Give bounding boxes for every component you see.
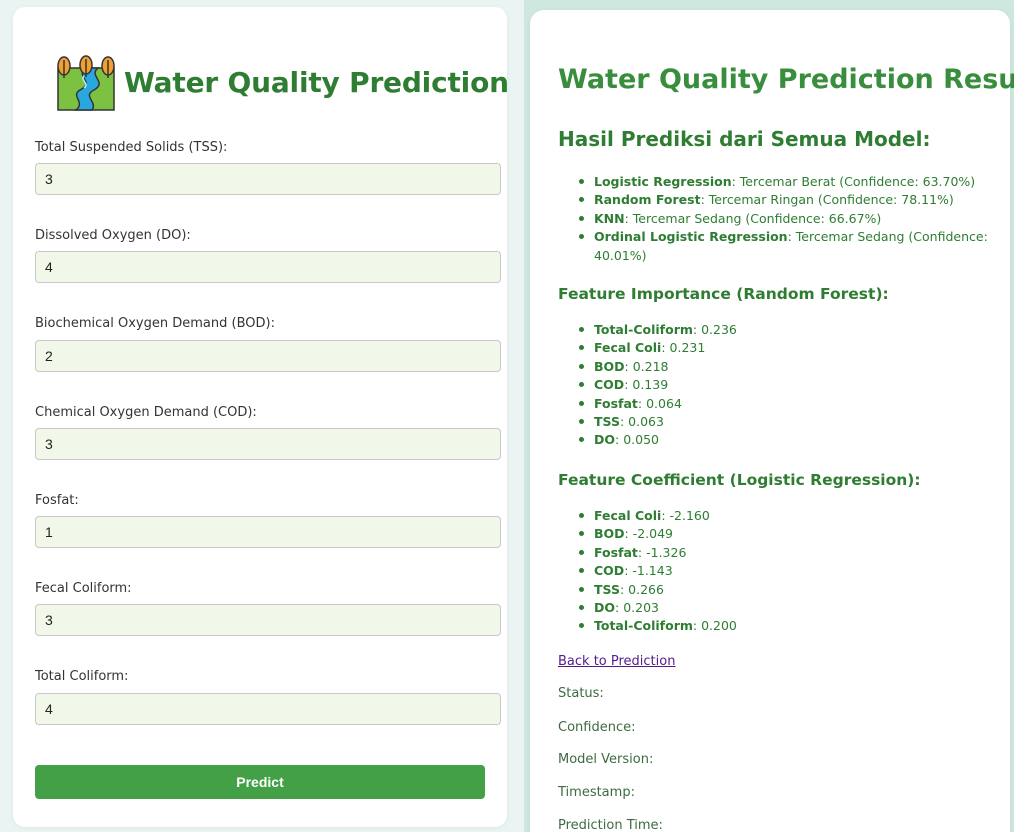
feature-name: Fecal Coli xyxy=(594,340,662,356)
feature-value: : 0.050 xyxy=(615,432,659,448)
feature-name: DO xyxy=(594,600,616,616)
feature-value: : -1.326 xyxy=(637,544,687,560)
list-item: Ordinal Logistic Regression: Tercemar Se… xyxy=(579,228,994,265)
list-item: Total-Coliform: 0.200 xyxy=(579,617,994,635)
model-version-label: Model Version: xyxy=(558,752,654,767)
tss-input[interactable]: 3 xyxy=(35,163,501,195)
feature-value: : 0.266 xyxy=(619,581,664,597)
feature-name: Total-Coliform xyxy=(594,618,693,634)
total-coliform-input[interactable]: 4 xyxy=(35,693,501,725)
feature-name: Total-Coliform xyxy=(594,322,693,337)
feature-name: TSS xyxy=(594,414,620,430)
list-item: Fecal Coli: -2.160 xyxy=(579,507,994,525)
model-predictions-list: Logistic Regression: Tercemar Berat (Con… xyxy=(579,173,994,265)
feature-name: COD xyxy=(594,377,625,393)
do-input[interactable]: 4 xyxy=(35,251,501,283)
feature-name: TSS xyxy=(594,581,620,597)
model-name: Logistic Regression xyxy=(594,174,732,189)
cod-input[interactable]: 3 xyxy=(35,428,501,460)
feature-name: Fecal Coli xyxy=(594,508,662,523)
feature-value: : 0.231 xyxy=(661,340,706,356)
bod-input[interactable]: 2 xyxy=(35,340,501,372)
model-name: Random Forest xyxy=(594,192,701,208)
feature-value: : 0.064 xyxy=(637,395,682,411)
models-heading: Hasil Prediksi dari Semua Model: xyxy=(558,127,931,151)
feature-name: COD xyxy=(594,563,625,579)
list-item: BOD: 0.218 xyxy=(579,358,994,376)
importance-heading: Feature Importance (Random Forest): xyxy=(558,285,889,303)
confidence-label: Confidence: xyxy=(558,720,636,735)
timestamp-label: Timestamp: xyxy=(558,785,635,800)
model-name: KNN xyxy=(594,210,625,226)
total-coliform-label: Total Coliform: xyxy=(35,669,129,684)
model-result: : Tercemar Berat (Confidence: 63.70%) xyxy=(731,174,976,189)
feature-value: : 0.200 xyxy=(692,618,737,634)
result-title: Water Quality Prediction Result xyxy=(558,64,1014,95)
list-item: TSS: 0.266 xyxy=(579,581,994,599)
coefficient-heading: Feature Coefficient (Logistic Regression… xyxy=(558,471,921,489)
fecal-coliform-input[interactable]: 3 xyxy=(35,604,501,636)
status-label: Status: xyxy=(558,686,604,701)
list-item: COD: -1.143 xyxy=(579,562,994,580)
do-label: Dissolved Oxygen (DO): xyxy=(35,228,191,243)
list-item: KNN: Tercemar Sedang (Confidence: 66.67%… xyxy=(579,210,994,228)
list-item: Logistic Regression: Tercemar Berat (Con… xyxy=(579,173,994,191)
feature-value: : 0.203 xyxy=(615,600,659,616)
list-item: Fosfat: -1.326 xyxy=(579,544,994,562)
fosfat-label: Fosfat: xyxy=(35,493,79,508)
list-item: TSS: 0.063 xyxy=(579,413,994,431)
back-to-prediction-link[interactable]: Back to Prediction xyxy=(558,654,675,669)
feature-value: : 0.236 xyxy=(692,322,737,337)
cod-label: Chemical Oxygen Demand (COD): xyxy=(35,405,257,420)
list-item: COD: 0.139 xyxy=(579,376,994,394)
feature-importance-list: Total-Coliform: 0.236 Fecal Coli: 0.231 … xyxy=(579,321,994,450)
feature-name: DO xyxy=(594,432,616,448)
list-item: DO: 0.203 xyxy=(579,599,994,617)
river-trees-icon xyxy=(56,54,116,112)
feature-value: : 0.218 xyxy=(624,358,669,374)
list-item: Total-Coliform: 0.236 xyxy=(579,321,994,339)
feature-value: : 0.063 xyxy=(619,414,664,430)
list-item: Fecal Coli: 0.231 xyxy=(579,339,994,357)
feature-name: BOD xyxy=(594,358,625,374)
model-result: : Tercemar Ringan (Confidence: 78.11%) xyxy=(700,192,954,208)
feature-name: BOD xyxy=(594,526,625,542)
feature-value: : -2.160 xyxy=(661,508,710,523)
list-item: Fosfat: 0.064 xyxy=(579,395,994,413)
feature-coefficient-list: Fecal Coli: -2.160 BOD: -2.049 Fosfat: -… xyxy=(579,507,994,636)
feature-value: : 0.139 xyxy=(624,377,669,393)
list-item: BOD: -2.049 xyxy=(579,525,994,543)
feature-name: Fosfat xyxy=(594,395,638,411)
prediction-time-label: Prediction Time: xyxy=(558,818,663,832)
feature-value: : -2.049 xyxy=(624,526,674,542)
feature-value: : -1.143 xyxy=(624,563,673,579)
list-item: DO: 0.050 xyxy=(579,431,994,449)
bod-label: Biochemical Oxygen Demand (BOD): xyxy=(35,316,275,331)
predict-button[interactable]: Predict xyxy=(35,765,485,799)
list-item: Random Forest: Tercemar Ringan (Confiden… xyxy=(579,191,994,209)
form-title: Water Quality Prediction xyxy=(124,66,509,99)
feature-name: Fosfat xyxy=(594,544,638,560)
model-name: Ordinal Logistic Regression xyxy=(594,229,788,245)
fecal-coliform-label: Fecal Coliform: xyxy=(35,581,132,596)
fosfat-input[interactable]: 1 xyxy=(35,516,501,548)
tss-label: Total Suspended Solids (TSS): xyxy=(35,140,228,155)
model-result: : Tercemar Sedang (Confidence: 66.67%) xyxy=(624,210,882,226)
